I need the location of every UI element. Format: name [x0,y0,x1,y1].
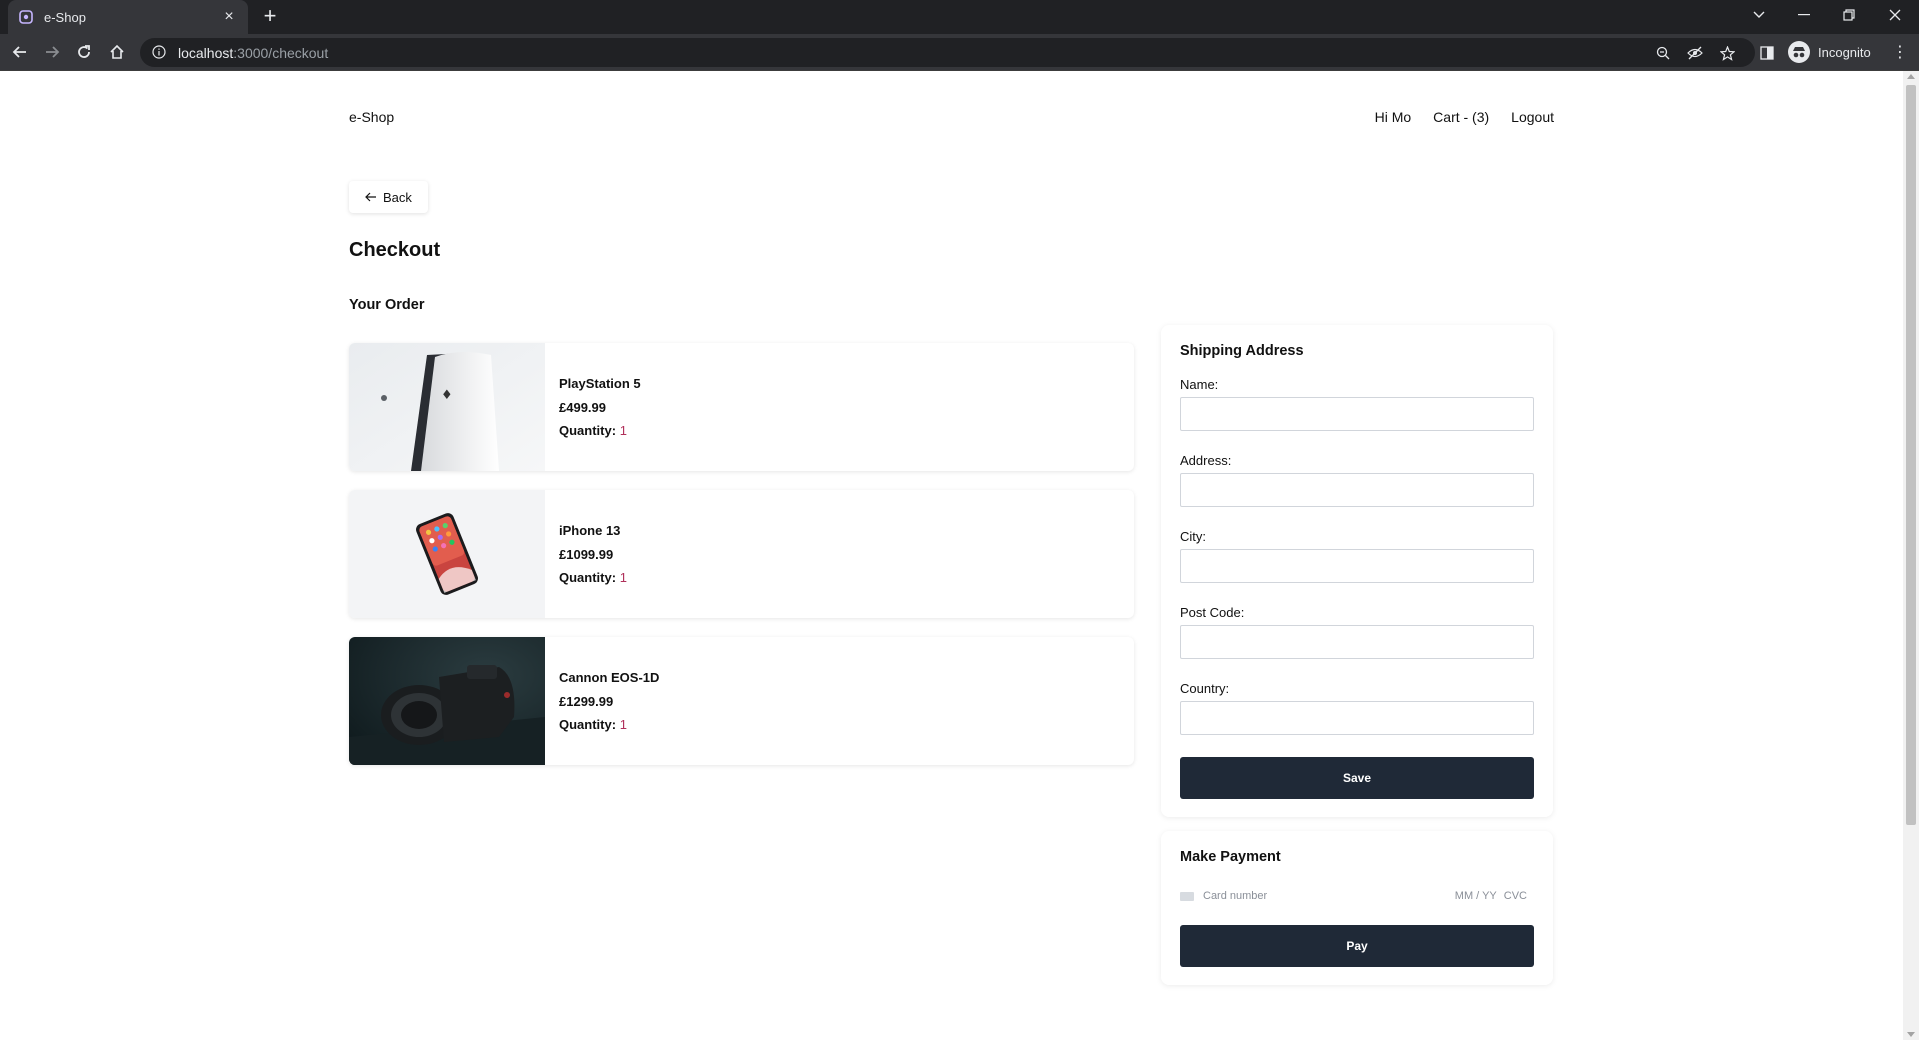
order-item: iPhone 13 £1099.99 Quantity: 1 [349,490,1134,618]
order-item-info: iPhone 13 £1099.99 Quantity: 1 [545,490,627,618]
order-list: ♦ PlayStation 5 £499.99 Quantity: 1 iPho… [349,343,1134,784]
tab-close-icon[interactable]: × [220,8,238,26]
cvc-placeholder[interactable]: CVC [1504,890,1527,902]
expiry-placeholder[interactable]: MM / YY [1455,890,1497,902]
browser-toolbar: localhost:3000/checkout Incognito ⋮ [0,34,1919,71]
playstation-image: ♦ [349,343,545,471]
item-quantity: Quantity: 1 [559,717,627,732]
browser-tabbar: e-Shop × + [0,0,1919,34]
new-tab-icon[interactable]: + [258,5,282,29]
country-field[interactable] [1180,701,1534,735]
scroll-down-icon[interactable] [1907,1032,1915,1037]
cart-link[interactable]: Cart - (3) [1433,109,1489,125]
quantity-value: 1 [619,717,627,732]
item-name: Cannon EOS-1D [559,670,660,685]
item-name: PlayStation 5 [559,376,641,391]
back-button-label: Back [383,189,412,205]
city-field[interactable] [1180,549,1534,583]
payment-panel: Make Payment Card number MM / YY CVC Pay [1161,831,1553,985]
card-input[interactable]: Card number MM / YY CVC [1180,883,1534,909]
page-scrollbar[interactable] [1903,71,1919,1040]
incognito-label: Incognito [1818,44,1871,60]
item-price: £1099.99 [559,546,614,562]
save-button[interactable]: Save [1180,757,1534,799]
order-item-info: Cannon EOS-1D £1299.99 Quantity: 1 [545,637,659,765]
post-code-field[interactable] [1180,625,1534,659]
item-price: £499.99 [559,399,606,415]
browser-menu-icon[interactable]: ⋮ [1890,42,1910,64]
close-window-icon[interactable] [1872,0,1918,30]
name-field[interactable] [1180,397,1534,431]
city-label: City: [1180,529,1206,544]
quantity-value: 1 [619,423,627,438]
back-arrow-icon[interactable] [6,38,34,66]
shipping-title: Shipping Address [1180,343,1304,359]
item-quantity: Quantity: 1 [559,423,627,438]
your-order-title: Your Order [349,297,425,313]
item-quantity: Quantity: 1 [559,570,627,585]
order-item: Cannon EOS-1D £1299.99 Quantity: 1 [349,637,1134,765]
site-header: e-Shop Hi Mo Cart - (3) Logout [349,71,1554,155]
iphone-image [349,490,545,618]
incognito-profile[interactable]: Incognito [1788,38,1871,66]
address-field[interactable] [1180,473,1534,507]
scrollbar-thumb[interactable] [1906,85,1916,825]
incognito-icon [1788,41,1810,63]
camera-image [349,637,545,765]
item-name: iPhone 13 [559,523,621,538]
zoom-icon[interactable] [1652,42,1674,64]
side-panel-icon[interactable] [1756,42,1778,64]
page-container: e-Shop Hi Mo Cart - (3) Logout Back Chec… [349,71,1554,985]
tab-title: e-Shop [44,9,86,25]
quantity-value: 1 [619,570,627,585]
browser-tab[interactable]: e-Shop × [8,0,248,34]
address-bar[interactable]: localhost:3000/checkout [140,38,1755,67]
restore-icon[interactable] [1826,0,1872,30]
url-text: localhost:3000/checkout [178,44,329,61]
page-viewport: e-Shop Hi Mo Cart - (3) Logout Back Chec… [0,71,1903,1040]
site-info-icon[interactable] [152,44,168,61]
minimize-icon[interactable] [1781,0,1827,30]
eshop-favicon-icon [18,9,34,25]
page-title: Checkout [349,239,441,261]
arrow-left-icon [365,190,377,205]
forward-arrow-icon[interactable] [38,38,66,66]
tracking-protection-icon[interactable] [1684,42,1706,64]
address-label: Address: [1180,453,1232,468]
logout-link[interactable]: Logout [1511,109,1554,125]
shipping-address-panel: Shipping Address Name: Address: City: Po… [1161,325,1553,817]
payment-title: Make Payment [1180,849,1281,865]
credit-card-icon [1180,891,1194,901]
scroll-up-icon[interactable] [1907,74,1915,79]
item-price: £1299.99 [559,693,614,709]
reload-icon[interactable] [70,38,98,66]
order-item: ♦ PlayStation 5 £499.99 Quantity: 1 [349,343,1134,471]
brand-link[interactable]: e-Shop [349,109,394,125]
tab-search-icon[interactable] [1736,0,1782,30]
bookmark-star-icon[interactable] [1716,42,1738,64]
country-label: Country: [1180,681,1230,696]
card-number-placeholder: Card number [1203,890,1268,902]
home-icon[interactable] [103,38,131,66]
order-item-info: PlayStation 5 £499.99 Quantity: 1 [545,343,641,471]
post-code-label: Post Code: [1180,605,1245,620]
header-nav: Hi Mo Cart - (3) Logout [1375,109,1554,125]
name-label: Name: [1180,377,1219,392]
pay-button[interactable]: Pay [1180,925,1534,967]
svg-text:♦: ♦ [441,388,453,403]
back-button[interactable]: Back [349,181,428,213]
greeting-link[interactable]: Hi Mo [1375,109,1412,125]
